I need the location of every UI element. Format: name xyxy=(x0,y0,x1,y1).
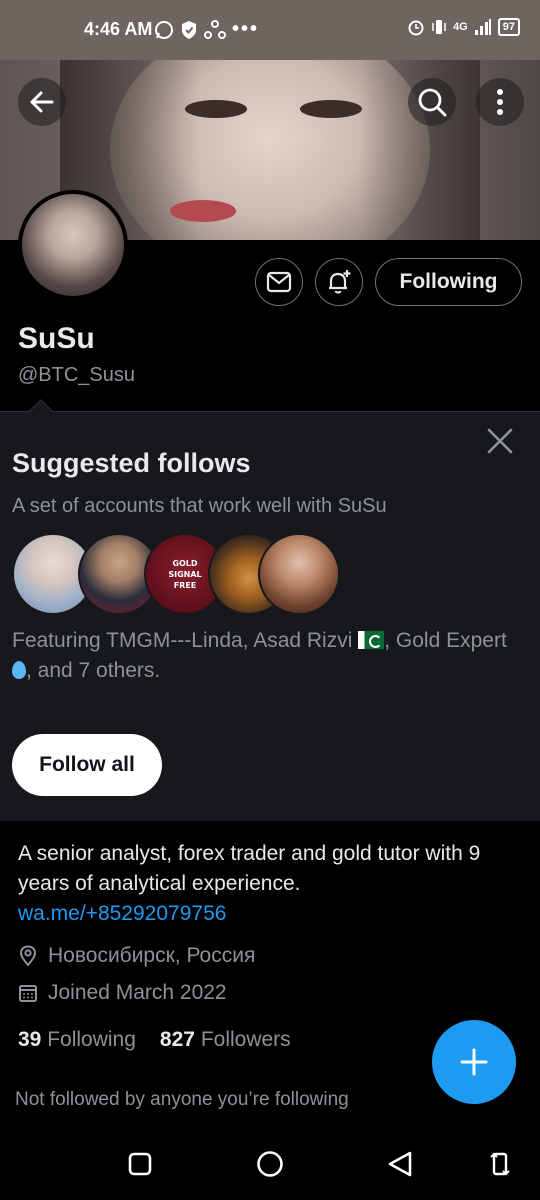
suggested-avatar xyxy=(258,533,340,615)
message-button[interactable] xyxy=(255,258,303,306)
back-button[interactable] xyxy=(18,78,66,126)
following-stat[interactable]: 39 Following xyxy=(18,1028,136,1052)
suggested-avatars[interactable]: GOLD SIGNAL FREE xyxy=(12,533,342,615)
suggested-title: Suggested follows xyxy=(12,448,251,478)
location-row: Новосибирск, Россия xyxy=(18,944,255,968)
status-bar: 4:46 AM ••• 4G 97 xyxy=(0,0,540,60)
arrow-left-icon xyxy=(30,91,54,113)
shield-icon xyxy=(182,20,196,39)
rotate-button[interactable] xyxy=(484,1148,516,1180)
more-vertical-icon xyxy=(497,89,503,115)
notifications-button[interactable] xyxy=(315,258,363,306)
location-pin-icon xyxy=(19,945,37,967)
battery-indicator: 97 xyxy=(497,18,520,36)
system-navigation-bar xyxy=(0,1128,540,1200)
pakistan-flag-icon xyxy=(358,631,385,649)
followers-label: Followers xyxy=(200,1028,291,1051)
follow-stats: 39 Following 827 Followers xyxy=(18,1028,291,1052)
not-followed-text: Not followed by anyone you’re following xyxy=(15,1089,349,1110)
vibrate-icon xyxy=(432,20,446,34)
home-button[interactable] xyxy=(254,1148,286,1180)
compose-button[interactable] xyxy=(432,1020,516,1104)
joined-text: Joined March 2022 xyxy=(48,981,227,1004)
signal-icon xyxy=(474,19,491,35)
close-icon xyxy=(487,428,513,454)
calendar-icon xyxy=(19,985,37,1002)
square-icon xyxy=(128,1152,152,1176)
close-suggestions-button[interactable] xyxy=(484,425,516,457)
featuring-middle: , Gold Expert xyxy=(384,629,507,652)
bio-text: A senior analyst, forex trader and gold … xyxy=(18,842,481,895)
user-handle: @BTC_Susu xyxy=(18,364,136,386)
featuring-prefix: Featuring TMGM---Linda, Asad Rizvi xyxy=(12,629,359,652)
avatar-badge-text: GOLD SIGNAL FREE xyxy=(168,558,202,590)
alarm-icon xyxy=(408,20,424,36)
more-notifications-icon: ••• xyxy=(232,18,260,40)
status-time: 4:46 AM xyxy=(84,19,153,39)
droplet-icon xyxy=(12,661,26,679)
search-button[interactable] xyxy=(408,78,456,126)
system-icons: 4G 97 xyxy=(407,18,520,36)
rotate-icon xyxy=(490,1152,510,1176)
following-button[interactable]: Following xyxy=(375,258,522,306)
plus-icon xyxy=(460,1048,488,1076)
bio-link[interactable]: wa.me/+85292079756 xyxy=(18,902,226,925)
joined-row: Joined March 2022 xyxy=(18,981,227,1005)
notification-icons: ••• xyxy=(154,18,259,41)
following-label: Following xyxy=(47,1028,136,1051)
profile-bio: A senior analyst, forex trader and gold … xyxy=(18,839,498,929)
follow-all-button[interactable]: Follow all xyxy=(12,734,162,796)
mail-icon xyxy=(266,271,292,293)
display-name: SuSu xyxy=(18,322,95,355)
whatsapp-icon xyxy=(155,20,173,39)
circle-icon xyxy=(257,1151,283,1177)
triangle-back-icon xyxy=(388,1151,412,1177)
search-icon xyxy=(418,88,447,117)
location-text: Новосибирск, Россия xyxy=(48,944,256,967)
profile-avatar[interactable] xyxy=(18,190,128,300)
more-button[interactable] xyxy=(476,78,524,126)
recycle-icon xyxy=(204,19,226,39)
featuring-text: Featuring TMGM---Linda, Asad Rizvi , Gol… xyxy=(12,626,512,686)
bell-plus-icon xyxy=(329,270,351,294)
recents-button[interactable] xyxy=(124,1148,156,1180)
followers-stat[interactable]: 827 Followers xyxy=(160,1028,291,1052)
following-count: 39 xyxy=(18,1028,42,1051)
suggested-subtitle: A set of accounts that work well with Su… xyxy=(12,495,387,517)
followers-count: 827 xyxy=(159,1028,195,1051)
featuring-suffix: , and 7 others. xyxy=(26,659,161,682)
back-nav-button[interactable] xyxy=(384,1148,416,1180)
network-type: 4G xyxy=(453,21,468,33)
